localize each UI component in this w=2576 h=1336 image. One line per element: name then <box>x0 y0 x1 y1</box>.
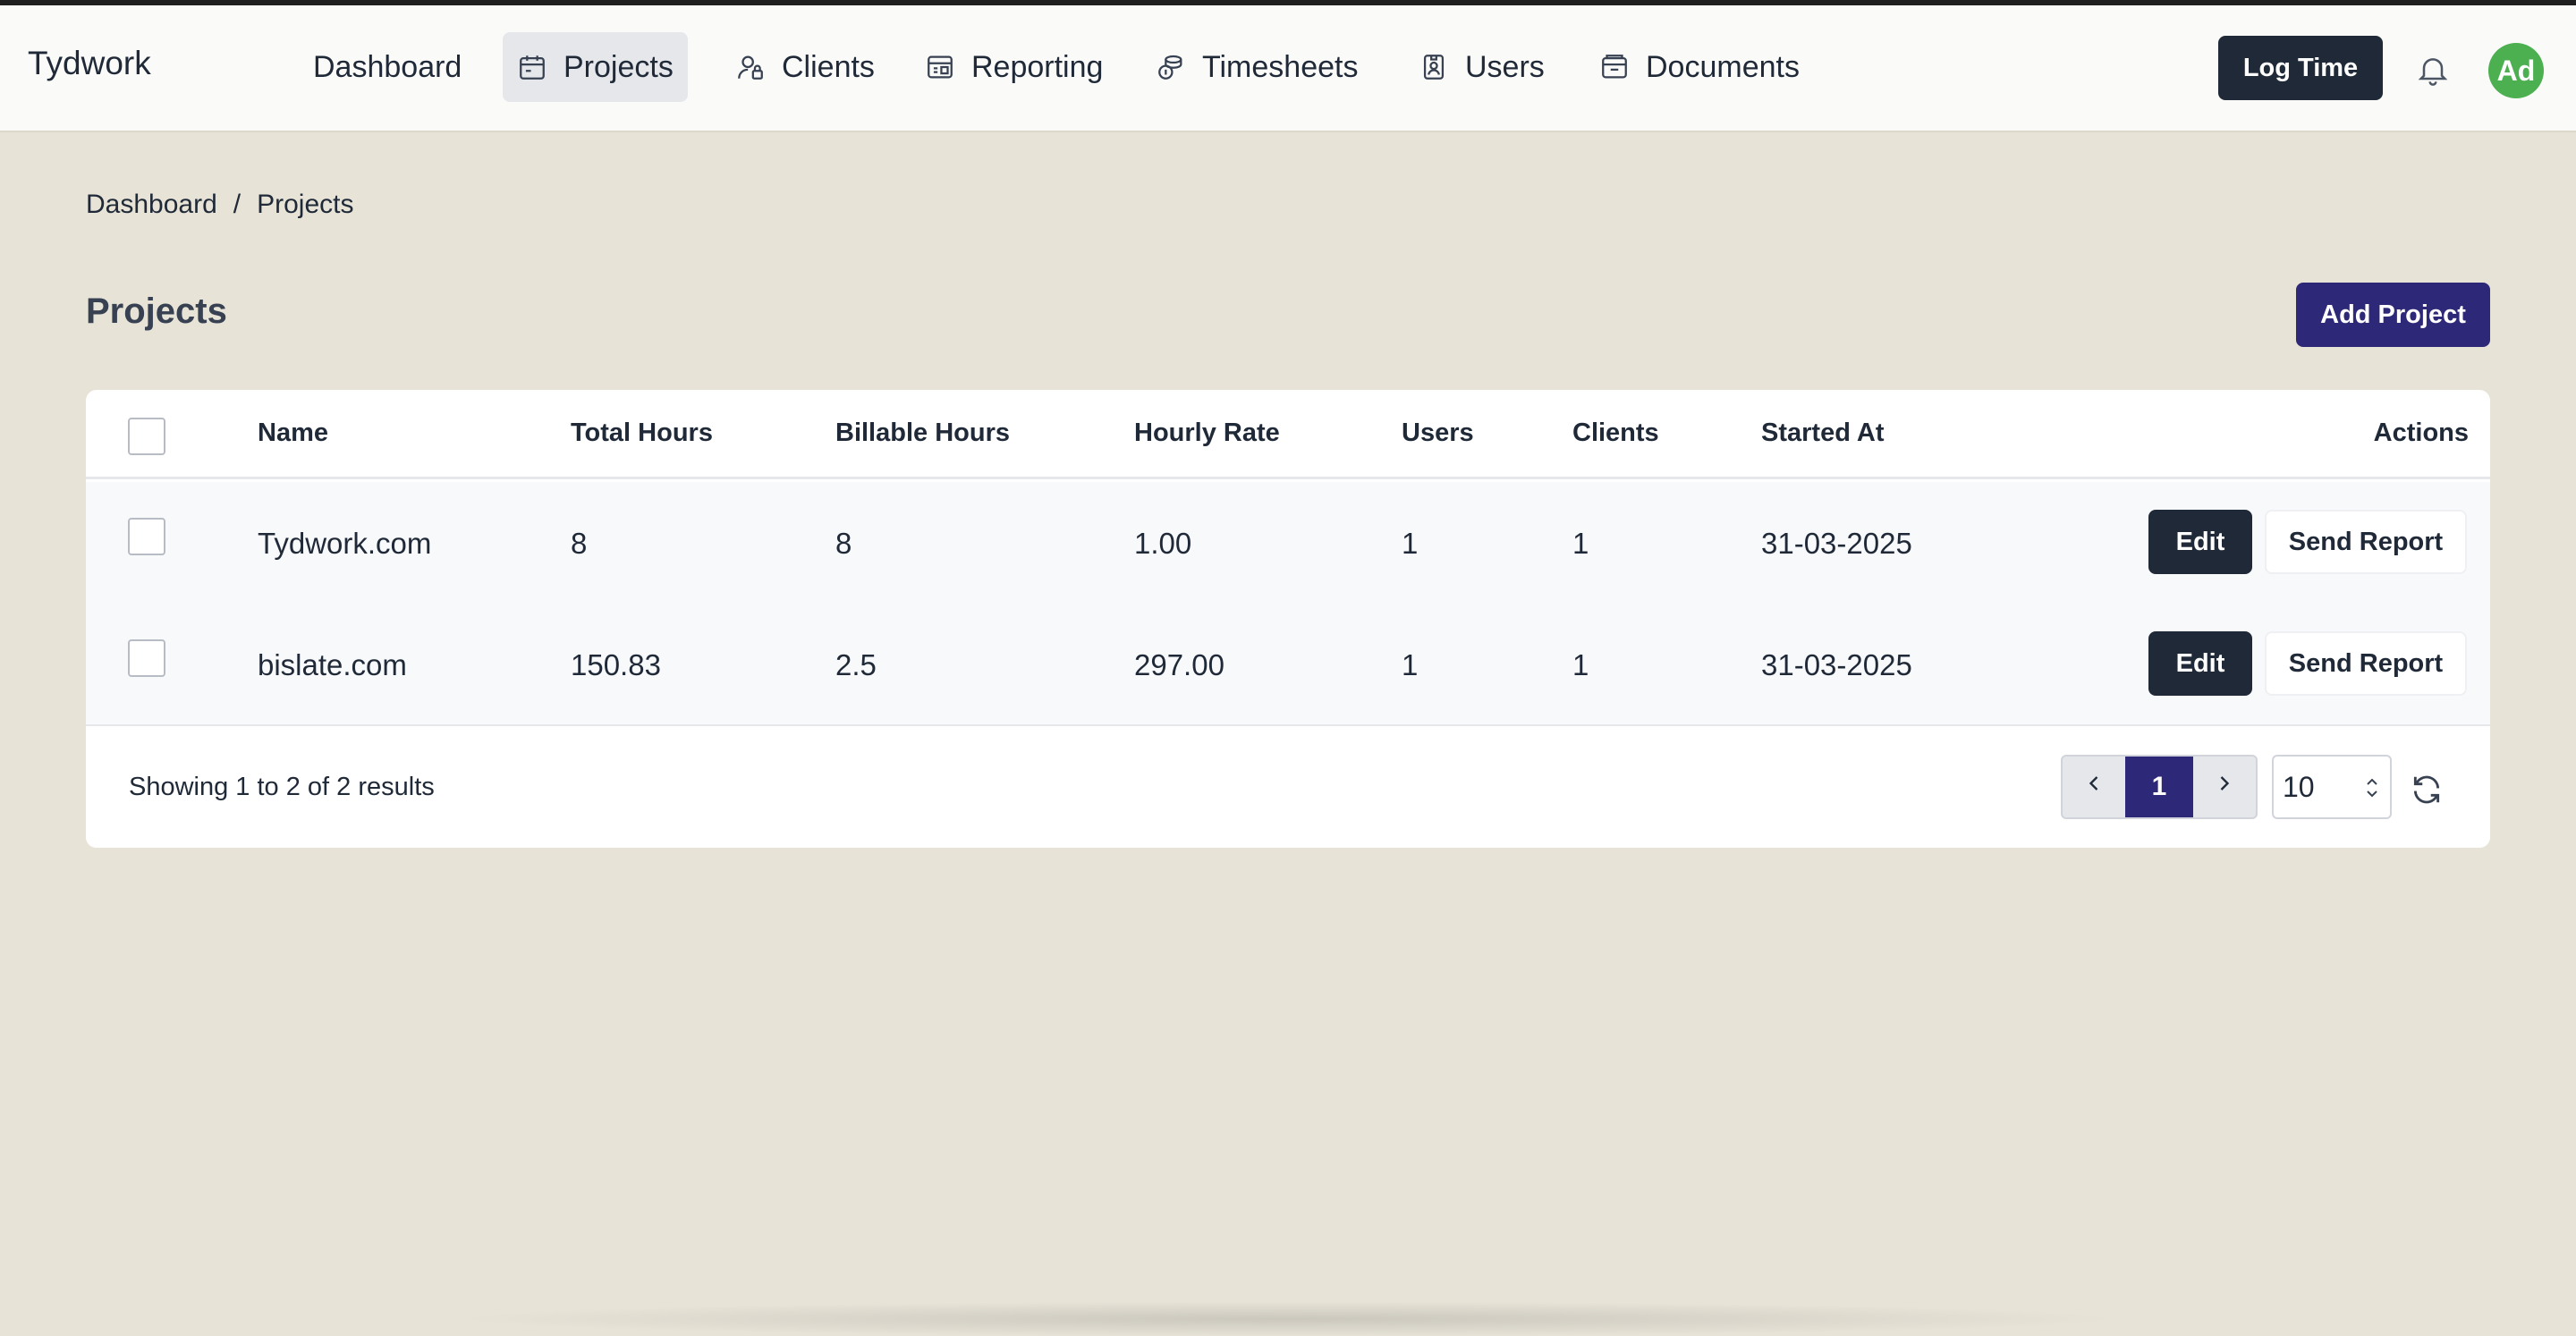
users-count: 1 <box>1402 648 1419 681</box>
nav-projects[interactable]: Projects <box>503 32 688 102</box>
nav-timesheets-label: Timesheets <box>1202 49 1359 84</box>
nav-users-label: Users <box>1465 49 1545 84</box>
project-name: bislate.com <box>258 648 407 681</box>
table-header: Name Total Hours Billable Hours Hourly R… <box>86 390 2490 479</box>
page-title: Projects <box>86 292 227 331</box>
table-row: bislate.com 150.83 2.5 297.00 1 1 31-03-… <box>86 604 2490 725</box>
nav-reporting-label: Reporting <box>971 49 1104 84</box>
breadcrumb-separator: / <box>233 190 242 219</box>
hourly-rate: 297.00 <box>1134 648 1224 681</box>
projects-table: Name Total Hours Billable Hours Hourly R… <box>86 390 2490 848</box>
send-report-button[interactable]: Send Report <box>2265 510 2467 574</box>
user-avatar[interactable]: Ad <box>2488 43 2544 98</box>
table-footer: Showing 1 to 2 of 2 results 1 10 <box>86 724 2490 848</box>
window-shadow <box>447 1301 2129 1336</box>
breadcrumb-dashboard[interactable]: Dashboard <box>86 190 217 220</box>
column-users[interactable]: Users <box>1402 419 1474 448</box>
billable-hours: 8 <box>835 527 852 560</box>
brand-logo[interactable]: Tydwork <box>28 45 151 82</box>
per-page-value: 10 <box>2283 770 2315 803</box>
top-navbar: Tydwork Dashboard Projects Clients Repor… <box>0 5 2576 132</box>
page-button-current[interactable]: 1 <box>2124 757 2194 817</box>
nav-dashboard-label: Dashboard <box>313 49 462 84</box>
results-summary: Showing 1 to 2 of 2 results <box>129 773 435 801</box>
breadcrumb: Dashboard / Projects <box>86 190 353 220</box>
table-row: Tydwork.com 8 8 1.00 1 1 31-03-2025 Edit… <box>86 482 2490 604</box>
started-at: 31-03-2025 <box>1761 648 1912 681</box>
nav-documents[interactable]: Documents <box>1585 32 1814 102</box>
hourly-rate: 1.00 <box>1134 527 1192 560</box>
column-actions: Actions <box>2373 419 2469 447</box>
spinner-arrows-icon[interactable] <box>2365 774 2379 801</box>
nav-timesheets[interactable]: Timesheets <box>1141 32 1372 102</box>
user-lock-icon <box>735 52 766 82</box>
clients-count: 1 <box>1572 527 1589 560</box>
chevron-left-icon <box>2081 771 2106 803</box>
select-all-checkbox[interactable] <box>128 418 165 455</box>
nav-users[interactable]: Users <box>1404 32 1559 102</box>
edit-button[interactable]: Edit <box>2148 631 2252 696</box>
total-hours: 150.83 <box>571 648 661 681</box>
column-clients[interactable]: Clients <box>1572 419 1659 448</box>
row-checkbox[interactable] <box>128 639 165 677</box>
users-count: 1 <box>1402 527 1419 560</box>
coins-icon <box>1156 52 1186 82</box>
nav-clients-label: Clients <box>782 49 875 84</box>
column-name[interactable]: Name <box>258 419 328 448</box>
total-hours: 8 <box>571 527 588 560</box>
refresh-icon[interactable] <box>2410 773 2444 807</box>
column-started-at[interactable]: Started At <box>1761 419 1885 448</box>
next-page-button[interactable] <box>2193 757 2256 817</box>
prev-page-button[interactable] <box>2063 757 2125 817</box>
clients-count: 1 <box>1572 648 1589 681</box>
column-hourly-rate[interactable]: Hourly Rate <box>1134 419 1280 448</box>
edit-button[interactable]: Edit <box>2148 510 2252 574</box>
add-project-button[interactable]: Add Project <box>2296 283 2490 347</box>
column-total-hours[interactable]: Total Hours <box>571 419 713 448</box>
per-page-input[interactable]: 10 <box>2272 755 2392 819</box>
breadcrumb-projects: Projects <box>257 190 354 219</box>
nav-dashboard[interactable]: Dashboard <box>299 32 476 102</box>
pagination: 1 <box>2061 755 2258 819</box>
row-checkbox[interactable] <box>128 518 165 555</box>
calendar-icon <box>517 52 547 82</box>
nav-clients[interactable]: Clients <box>721 32 889 102</box>
notification-bell-icon[interactable] <box>2415 50 2451 89</box>
log-time-button[interactable]: Log Time <box>2218 36 2383 100</box>
folder-icon <box>1599 52 1630 82</box>
column-billable-hours[interactable]: Billable Hours <box>835 419 1010 448</box>
project-name: Tydwork.com <box>258 527 432 560</box>
nav-projects-label: Projects <box>564 49 674 84</box>
billable-hours: 2.5 <box>835 648 877 681</box>
chevron-right-icon <box>2212 771 2237 803</box>
report-icon <box>925 52 955 82</box>
started-at: 31-03-2025 <box>1761 527 1912 560</box>
send-report-button[interactable]: Send Report <box>2265 631 2467 696</box>
id-badge-icon <box>1419 52 1449 82</box>
nav-reporting[interactable]: Reporting <box>911 32 1117 102</box>
nav-documents-label: Documents <box>1646 49 1800 84</box>
